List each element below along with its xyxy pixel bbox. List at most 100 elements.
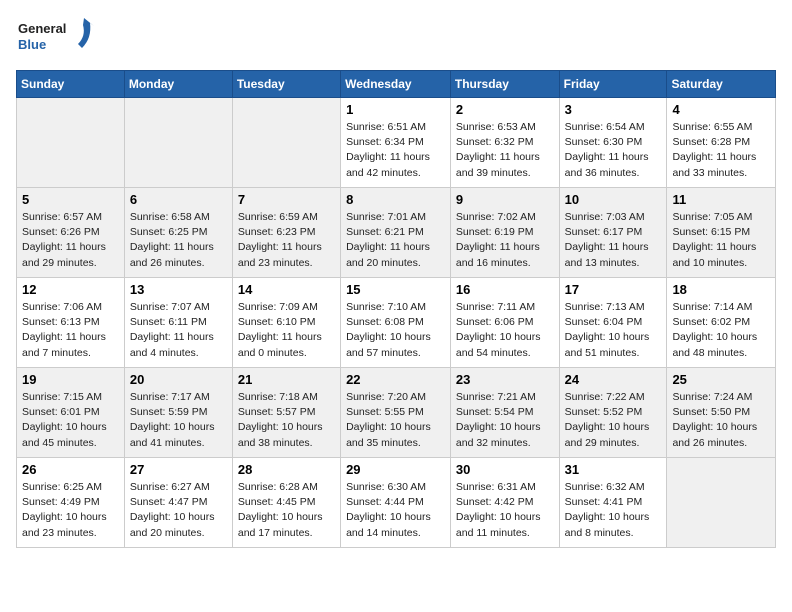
day-number: 21 xyxy=(238,372,335,387)
day-number: 24 xyxy=(565,372,662,387)
weekday-header-monday: Monday xyxy=(124,71,232,98)
day-info: Sunrise: 6:28 AM Sunset: 4:45 PM Dayligh… xyxy=(238,480,335,541)
page-header: General Blue xyxy=(16,16,776,60)
day-info: Sunrise: 7:06 AM Sunset: 6:13 PM Dayligh… xyxy=(22,300,119,361)
day-number: 6 xyxy=(130,192,227,207)
day-number: 20 xyxy=(130,372,227,387)
day-info: Sunrise: 6:25 AM Sunset: 4:49 PM Dayligh… xyxy=(22,480,119,541)
calendar-cell: 7 Sunrise: 6:59 AM Sunset: 6:23 PM Daylig… xyxy=(232,188,340,278)
day-number: 17 xyxy=(565,282,662,297)
day-number: 22 xyxy=(346,372,445,387)
weekday-header-row: SundayMondayTuesdayWednesdayThursdayFrid… xyxy=(17,71,776,98)
day-number: 5 xyxy=(22,192,119,207)
day-number: 15 xyxy=(346,282,445,297)
calendar-cell: 8Sunrise: 7:01 AM Sunset: 6:21 PM Daylig… xyxy=(341,188,451,278)
calendar-week-2: 5 Sunrise: 6:57 AM Sunset: 6:26 PM Daylig… xyxy=(17,188,776,278)
day-number: 26 xyxy=(22,462,119,477)
day-number: 25 xyxy=(672,372,770,387)
calendar-cell: 10Sunrise: 7:03 AM Sunset: 6:17 PM Dayli… xyxy=(559,188,667,278)
calendar-table: SundayMondayTuesdayWednesdayThursdayFrid… xyxy=(16,70,776,548)
day-number: 27 xyxy=(130,462,227,477)
day-number: 7 xyxy=(238,192,335,207)
calendar-cell: 2 Sunrise: 6:53 AM Sunset: 6:32 PM Daylig… xyxy=(450,98,559,188)
day-number: 29 xyxy=(346,462,445,477)
day-info: Sunrise: 6:58 AM Sunset: 6:25 PM Dayligh… xyxy=(130,210,227,271)
calendar-cell: 27 Sunrise: 6:27 AM Sunset: 4:47 PM Dayli… xyxy=(124,458,232,548)
calendar-cell: 11 Sunrise: 7:05 AM Sunset: 6:15 PM Dayli… xyxy=(667,188,776,278)
weekday-header-sunday: Sunday xyxy=(17,71,125,98)
day-number: 2 xyxy=(456,102,554,117)
weekday-header-friday: Friday xyxy=(559,71,667,98)
day-number: 9 xyxy=(456,192,554,207)
calendar-week-1: 1 Sunrise: 6:51 AM Sunset: 6:34 PM Daylig… xyxy=(17,98,776,188)
calendar-cell: 20Sunrise: 7:17 AM Sunset: 5:59 PM Dayli… xyxy=(124,368,232,458)
day-info: Sunrise: 6:53 AM Sunset: 6:32 PM Dayligh… xyxy=(456,120,554,181)
calendar-cell xyxy=(17,98,125,188)
day-info: Sunrise: 7:09 AM Sunset: 6:10 PM Dayligh… xyxy=(238,300,335,361)
day-info: Sunrise: 7:15 AM Sunset: 6:01 PM Dayligh… xyxy=(22,390,119,451)
day-info: Sunrise: 6:55 AM Sunset: 6:28 PM Dayligh… xyxy=(672,120,770,181)
day-info: Sunrise: 7:13 AM Sunset: 6:04 PM Dayligh… xyxy=(565,300,662,361)
day-info: Sunrise: 7:02 AM Sunset: 6:19 PM Dayligh… xyxy=(456,210,554,271)
day-number: 1 xyxy=(346,102,445,117)
calendar-header: SundayMondayTuesdayWednesdayThursdayFrid… xyxy=(17,71,776,98)
day-number: 28 xyxy=(238,462,335,477)
calendar-cell: 19 Sunrise: 7:15 AM Sunset: 6:01 PM Dayli… xyxy=(17,368,125,458)
day-info: Sunrise: 6:57 AM Sunset: 6:26 PM Dayligh… xyxy=(22,210,119,271)
calendar-cell: 26 Sunrise: 6:25 AM Sunset: 4:49 PM Dayli… xyxy=(17,458,125,548)
day-number: 19 xyxy=(22,372,119,387)
calendar-cell: 23Sunrise: 7:21 AM Sunset: 5:54 PM Dayli… xyxy=(450,368,559,458)
day-number: 31 xyxy=(565,462,662,477)
calendar-cell: 16 Sunrise: 7:11 AM Sunset: 6:06 PM Dayli… xyxy=(450,278,559,368)
calendar-body: 1 Sunrise: 6:51 AM Sunset: 6:34 PM Daylig… xyxy=(17,98,776,548)
calendar-cell: 25Sunrise: 7:24 AM Sunset: 5:50 PM Dayli… xyxy=(667,368,776,458)
day-info: Sunrise: 7:01 AM Sunset: 6:21 PM Dayligh… xyxy=(346,210,445,271)
day-info: Sunrise: 6:54 AM Sunset: 6:30 PM Dayligh… xyxy=(565,120,662,181)
svg-text:General: General xyxy=(18,21,66,36)
day-info: Sunrise: 7:20 AM Sunset: 5:55 PM Dayligh… xyxy=(346,390,445,451)
day-info: Sunrise: 7:05 AM Sunset: 6:15 PM Dayligh… xyxy=(672,210,770,271)
day-info: Sunrise: 6:31 AM Sunset: 4:42 PM Dayligh… xyxy=(456,480,554,541)
calendar-cell: 5 Sunrise: 6:57 AM Sunset: 6:26 PM Daylig… xyxy=(17,188,125,278)
calendar-cell: 28 Sunrise: 6:28 AM Sunset: 4:45 PM Dayli… xyxy=(232,458,340,548)
calendar-cell: 12 Sunrise: 7:06 AM Sunset: 6:13 PM Dayli… xyxy=(17,278,125,368)
day-info: Sunrise: 7:22 AM Sunset: 5:52 PM Dayligh… xyxy=(565,390,662,451)
day-number: 30 xyxy=(456,462,554,477)
calendar-cell xyxy=(124,98,232,188)
calendar-cell: 17 Sunrise: 7:13 AM Sunset: 6:04 PM Dayli… xyxy=(559,278,667,368)
day-info: Sunrise: 7:18 AM Sunset: 5:57 PM Dayligh… xyxy=(238,390,335,451)
calendar-cell: 9 Sunrise: 7:02 AM Sunset: 6:19 PM Daylig… xyxy=(450,188,559,278)
weekday-header-wednesday: Wednesday xyxy=(341,71,451,98)
calendar-week-4: 19 Sunrise: 7:15 AM Sunset: 6:01 PM Dayli… xyxy=(17,368,776,458)
day-number: 3 xyxy=(565,102,662,117)
day-number: 11 xyxy=(672,192,770,207)
calendar-cell: 21 Sunrise: 7:18 AM Sunset: 5:57 PM Dayli… xyxy=(232,368,340,458)
day-number: 12 xyxy=(22,282,119,297)
day-info: Sunrise: 7:21 AM Sunset: 5:54 PM Dayligh… xyxy=(456,390,554,451)
calendar-cell: 31 Sunrise: 6:32 AM Sunset: 4:41 PM Dayli… xyxy=(559,458,667,548)
weekday-header-saturday: Saturday xyxy=(667,71,776,98)
calendar-cell: 1 Sunrise: 6:51 AM Sunset: 6:34 PM Daylig… xyxy=(341,98,451,188)
day-info: Sunrise: 6:32 AM Sunset: 4:41 PM Dayligh… xyxy=(565,480,662,541)
calendar-cell xyxy=(232,98,340,188)
calendar-cell: 18 Sunrise: 7:14 AM Sunset: 6:02 PM Dayli… xyxy=(667,278,776,368)
calendar-cell: 24 Sunrise: 7:22 AM Sunset: 5:52 PM Dayli… xyxy=(559,368,667,458)
calendar-cell: 30 Sunrise: 6:31 AM Sunset: 4:42 PM Dayli… xyxy=(450,458,559,548)
day-info: Sunrise: 6:51 AM Sunset: 6:34 PM Dayligh… xyxy=(346,120,445,181)
calendar-week-5: 26 Sunrise: 6:25 AM Sunset: 4:49 PM Dayli… xyxy=(17,458,776,548)
day-number: 16 xyxy=(456,282,554,297)
day-info: Sunrise: 6:59 AM Sunset: 6:23 PM Dayligh… xyxy=(238,210,335,271)
calendar-week-3: 12 Sunrise: 7:06 AM Sunset: 6:13 PM Dayli… xyxy=(17,278,776,368)
weekday-header-tuesday: Tuesday xyxy=(232,71,340,98)
calendar-cell: 6 Sunrise: 6:58 AM Sunset: 6:25 PM Daylig… xyxy=(124,188,232,278)
day-info: Sunrise: 7:14 AM Sunset: 6:02 PM Dayligh… xyxy=(672,300,770,361)
calendar-cell: 3 Sunrise: 6:54 AM Sunset: 6:30 PM Daylig… xyxy=(559,98,667,188)
calendar-cell xyxy=(667,458,776,548)
day-number: 14 xyxy=(238,282,335,297)
day-number: 18 xyxy=(672,282,770,297)
day-info: Sunrise: 7:11 AM Sunset: 6:06 PM Dayligh… xyxy=(456,300,554,361)
svg-text:Blue: Blue xyxy=(18,37,46,52)
day-info: Sunrise: 6:27 AM Sunset: 4:47 PM Dayligh… xyxy=(130,480,227,541)
day-info: Sunrise: 7:10 AM Sunset: 6:08 PM Dayligh… xyxy=(346,300,445,361)
day-info: Sunrise: 7:07 AM Sunset: 6:11 PM Dayligh… xyxy=(130,300,227,361)
